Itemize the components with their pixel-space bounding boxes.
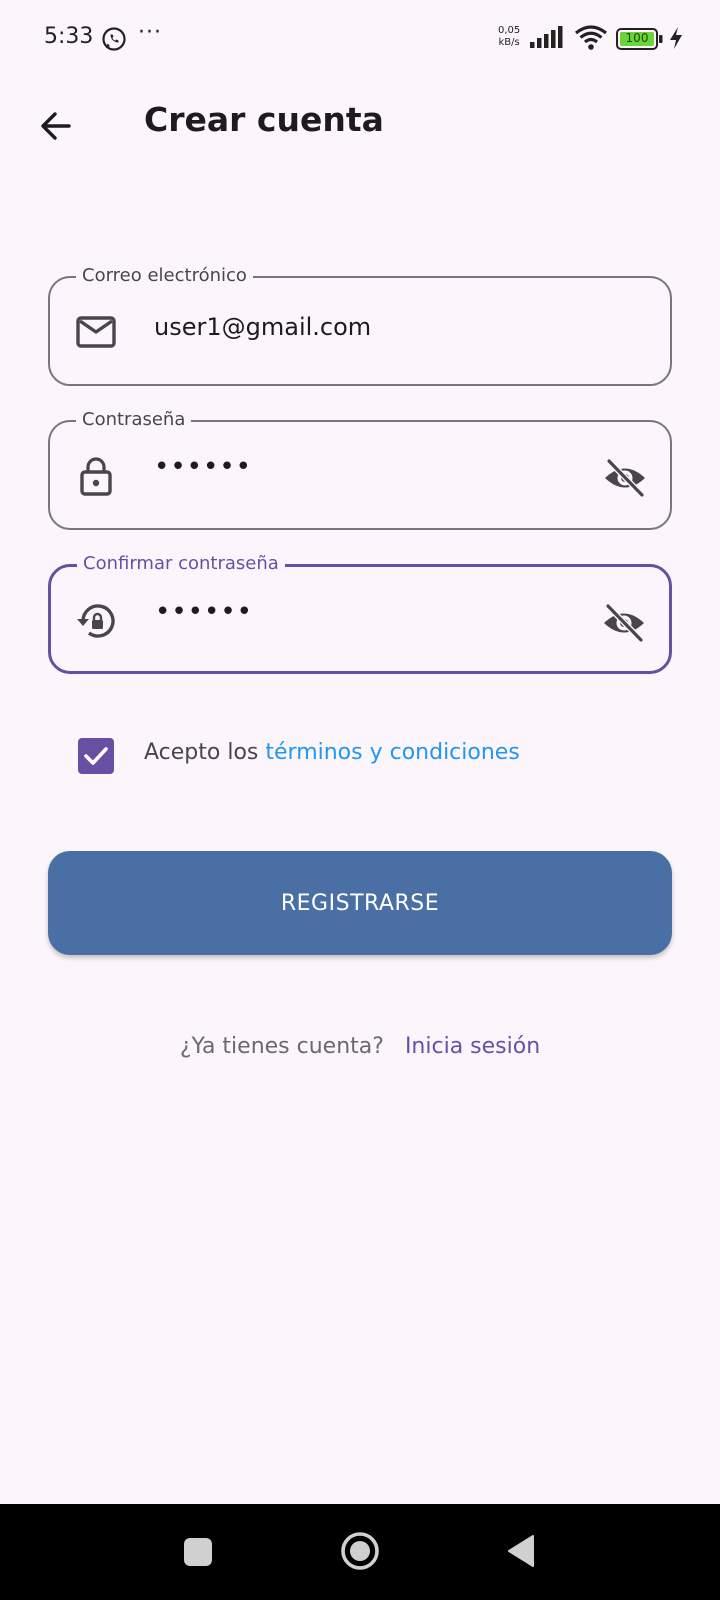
home-button[interactable] bbox=[340, 1531, 380, 1571]
whatsapp-icon bbox=[101, 26, 127, 52]
lock-icon bbox=[74, 454, 118, 498]
system-nav-bar bbox=[0, 1504, 720, 1600]
register-screen: 5:33 ··· 0,05 kB/s 100 Crear cuenta Corr… bbox=[0, 0, 720, 1600]
terms-text: Acepto los términos y condiciones bbox=[144, 740, 520, 765]
home-circle-icon bbox=[341, 1532, 379, 1570]
lock-reset-icon bbox=[75, 599, 119, 643]
password-field[interactable]: Contraseña •••••• bbox=[48, 409, 672, 530]
login-prompt-text: ¿Ya tienes cuenta? bbox=[179, 1034, 384, 1059]
network-speed: 0,05 kB/s bbox=[498, 25, 520, 49]
arrow-back-icon bbox=[41, 112, 71, 140]
charging-icon bbox=[668, 26, 684, 50]
visibility-off-icon[interactable] bbox=[601, 600, 647, 646]
login-prompt-row: ¿Ya tienes cuenta? Inicia sesión bbox=[0, 1034, 720, 1059]
wifi-icon bbox=[574, 24, 608, 52]
password-field-label: Contraseña bbox=[76, 409, 192, 431]
login-link[interactable]: Inicia sesión bbox=[405, 1034, 540, 1059]
system-back-button[interactable] bbox=[506, 1533, 536, 1569]
check-icon bbox=[84, 747, 108, 765]
network-speed-unit: kB/s bbox=[498, 37, 520, 48]
mail-icon bbox=[74, 310, 118, 354]
network-speed-value: 0,05 bbox=[498, 25, 521, 36]
terms-link[interactable]: términos y condiciones bbox=[265, 740, 519, 765]
battery-level: 100 bbox=[625, 31, 649, 45]
recents-button[interactable] bbox=[184, 1538, 212, 1566]
visibility-off-icon[interactable] bbox=[602, 455, 648, 501]
register-button[interactable]: REGISTRARSE bbox=[48, 851, 672, 955]
terms-prefix: Acepto los bbox=[144, 740, 266, 765]
back-triangle-icon bbox=[508, 1535, 534, 1567]
confirm-password-field[interactable]: Confirmar contraseña •••••• bbox=[48, 553, 672, 674]
more-notifications-icon: ··· bbox=[138, 20, 162, 45]
status-time: 5:33 bbox=[44, 24, 94, 49]
confirm-password-input[interactable]: •••••• bbox=[155, 597, 253, 627]
confirm-password-field-label: Confirmar contraseña bbox=[77, 553, 285, 575]
email-input[interactable]: user1@gmail.com bbox=[154, 313, 371, 341]
email-field[interactable]: Correo electrónico user1@gmail.com bbox=[48, 265, 672, 386]
status-bar: 5:33 ··· 0,05 kB/s 100 bbox=[0, 0, 720, 80]
email-field-label: Correo electrónico bbox=[76, 265, 253, 287]
password-input[interactable]: •••••• bbox=[154, 452, 252, 482]
terms-checkbox[interactable] bbox=[78, 738, 114, 774]
page-title: Crear cuenta bbox=[144, 100, 384, 139]
cell-signal-icon bbox=[530, 26, 564, 50]
back-button[interactable] bbox=[30, 100, 82, 152]
